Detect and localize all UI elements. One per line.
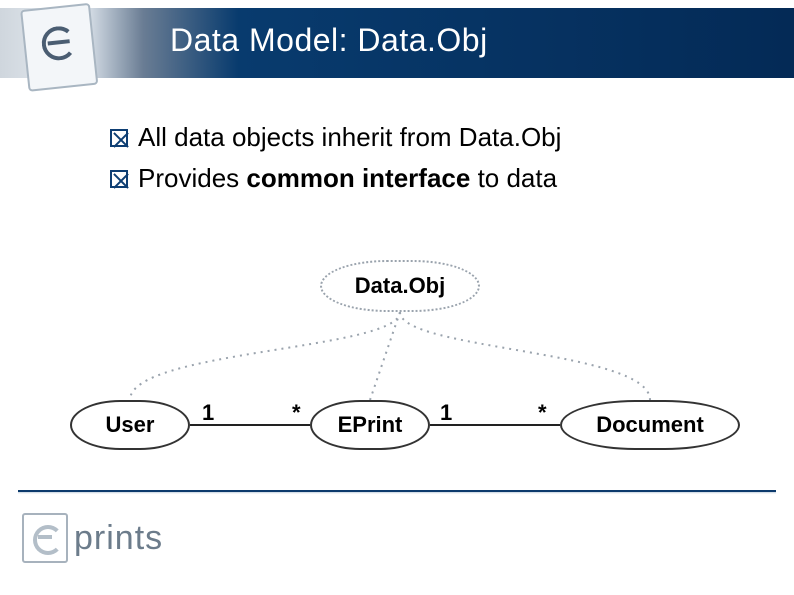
node-dataobj: Data.Obj [320,260,480,312]
bullet-text: Provides common interface to data [138,163,557,194]
node-label: User [106,412,155,438]
bullet-text-bold: common interface [246,163,470,193]
cardinality-document-side: * [538,400,547,426]
slide: { "title": "Data Model: Data.Obj", "bull… [0,0,794,595]
node-user: User [70,400,190,450]
slide-header: Data Model: Data.Obj [0,0,794,92]
cardinality-eprint-left: * [292,400,301,426]
header-logo [10,0,115,95]
bullet-text-segment: All data objects inherit from Data.Obj [138,122,561,152]
node-label: Data.Obj [355,273,445,299]
inheritance-diagram: Data.Obj User EPrint Document 1 * 1 * [60,250,740,470]
node-document: Document [560,400,740,450]
cardinality-eprint-right: 1 [440,400,452,426]
node-eprint: EPrint [310,400,430,450]
bullet-text-segment: Provides [138,163,246,193]
footer-divider [18,490,776,494]
bullet-text-segment: to data [470,163,557,193]
bullet-item: Provides common interface to data [110,163,730,194]
ballot-x-icon [110,129,128,147]
bullet-list: All data objects inherit from Data.Obj P… [110,122,730,204]
footer-logo-text: prints [74,519,163,558]
slide-title: Data Model: Data.Obj [170,22,488,59]
footer-logo: prints [22,510,163,566]
cardinality-user-side: 1 [202,400,214,426]
ballot-x-icon [110,170,128,188]
eprints-page-icon [22,513,68,563]
bullet-item: All data objects inherit from Data.Obj [110,122,730,153]
bullet-text: All data objects inherit from Data.Obj [138,122,561,153]
node-label: Document [596,412,704,438]
node-label: EPrint [338,412,403,438]
